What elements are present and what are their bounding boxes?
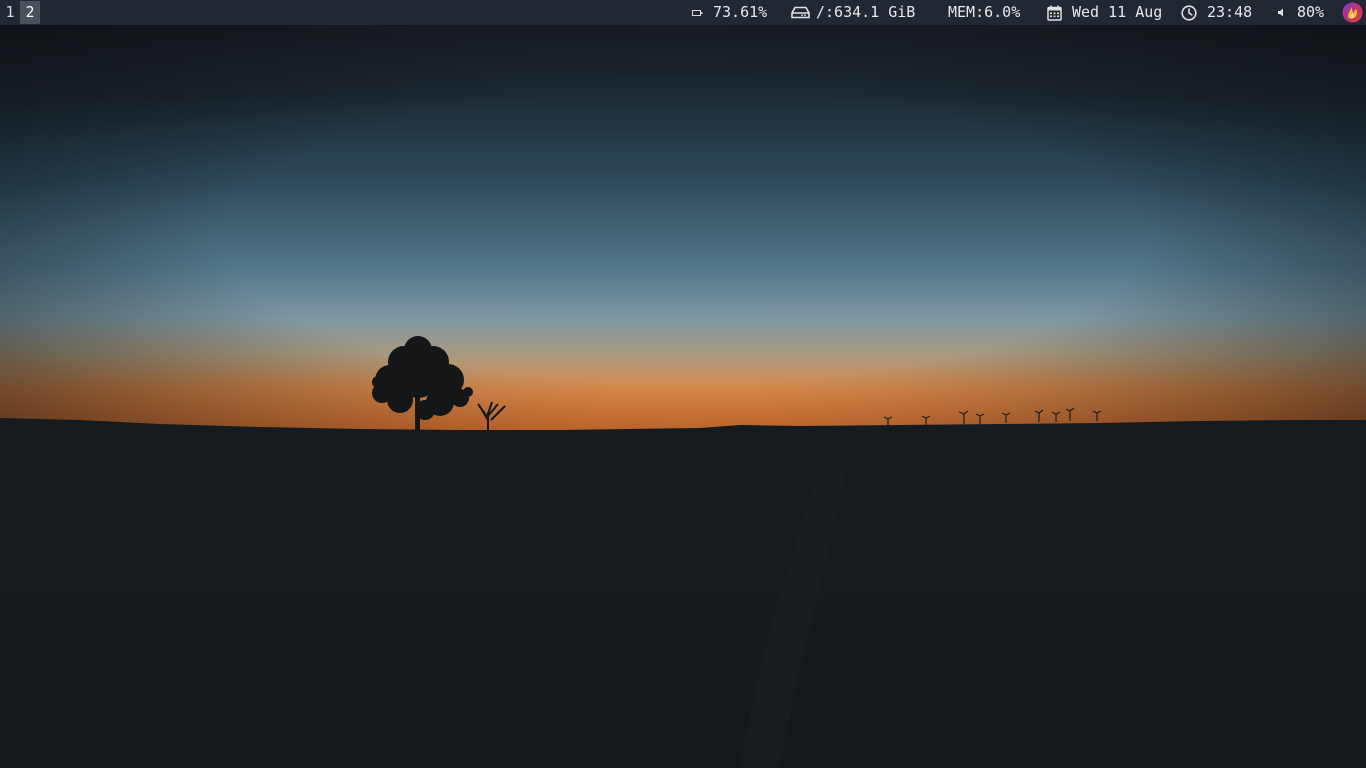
time-text: 23:48 (1207, 3, 1253, 21)
workspace-1-button[interactable]: 1 (0, 1, 20, 24)
disk-module[interactable]: /:634.1 GiB (791, 0, 915, 25)
disk-free-space: /:634.1 GiB (816, 3, 916, 21)
wallpaper-sunset-landscape (0, 0, 1366, 768)
sky-vignette (0, 0, 1366, 432)
battery-module[interactable]: 73.61% (692, 0, 767, 25)
date-text: Wed 11 Aug (1072, 3, 1163, 21)
memory-module[interactable]: MEM:6.0% (948, 0, 1020, 25)
desktop: 1 2 73.61% /:634.1 GiB MEM:6.0% Wed 11 A… (0, 0, 1366, 768)
workspace-2-button[interactable]: 2 (20, 1, 40, 24)
app-tray-icon[interactable] (1342, 2, 1363, 23)
volume-module[interactable]: 80% (1277, 0, 1324, 25)
ground-silhouette (0, 418, 1366, 768)
speaker-icon (1278, 8, 1283, 17)
clock-icon (1181, 4, 1197, 21)
clock-module[interactable]: 23:48 (1181, 0, 1252, 25)
date-module[interactable]: Wed 11 Aug (1047, 0, 1162, 25)
battery-icon (692, 9, 703, 16)
hard-drive-icon (791, 6, 810, 19)
memory-usage: MEM:6.0% (948, 3, 1021, 21)
status-bar: 1 2 73.61% /:634.1 GiB MEM:6.0% Wed 11 A… (0, 0, 1366, 25)
battery-percentage: 73.61% (713, 3, 768, 21)
volume-level: 80% (1297, 3, 1325, 21)
calendar-icon (1047, 5, 1062, 21)
